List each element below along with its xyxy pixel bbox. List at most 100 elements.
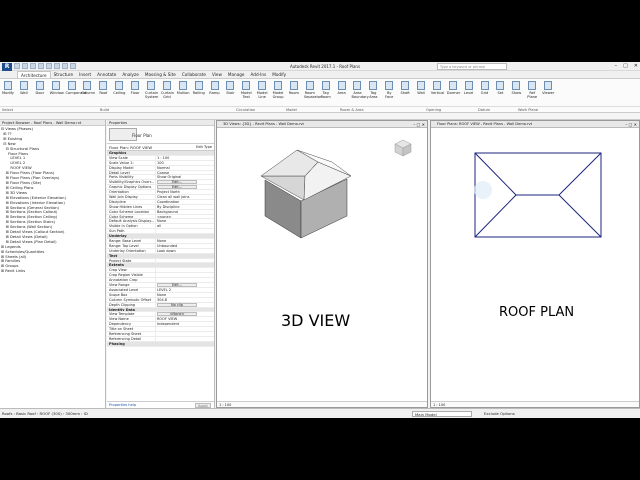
- modify-button[interactable]: Modify: [2, 81, 14, 95]
- property-value[interactable]: Independent: [157, 322, 179, 326]
- property-value[interactable]: LEVEL 2: [157, 288, 171, 292]
- property-value[interactable]: Normal: [157, 166, 170, 170]
- viewer-button[interactable]: Viewer: [542, 81, 554, 95]
- ramp-button[interactable]: Ramp: [209, 81, 221, 95]
- 3d-icon[interactable]: [62, 63, 68, 69]
- tag-room-button[interactable]: Tag Room: [320, 81, 332, 99]
- measure-icon[interactable]: [54, 63, 60, 69]
- door-button[interactable]: Door: [34, 81, 46, 95]
- tab-insert[interactable]: Insert: [76, 71, 94, 78]
- mullion-button[interactable]: Mullion: [177, 81, 190, 95]
- tab-architecture[interactable]: Architecture: [17, 71, 51, 78]
- print-icon[interactable]: [46, 63, 52, 69]
- search-input[interactable]: Type a keyword or phrase: [437, 63, 507, 70]
- grid-button[interactable]: Grid: [479, 81, 491, 95]
- property-value[interactable]: Project North: [157, 190, 180, 194]
- undo-icon[interactable]: [30, 63, 36, 69]
- property-edit-button[interactable]: No clip: [157, 302, 197, 307]
- roof-plan-window-buttons[interactable]: – □ ✕: [625, 121, 637, 128]
- view-3d-control-bar[interactable]: 1 : 100: [217, 401, 427, 407]
- tab-manage[interactable]: Manage: [225, 71, 248, 78]
- tab-modify[interactable]: Modify: [269, 71, 289, 78]
- model-line-button[interactable]: Model Line: [256, 81, 268, 99]
- room-button[interactable]: Room: [288, 81, 300, 95]
- properties-help-text[interactable]: Properties help: [109, 403, 136, 407]
- exclude-options-checkbox[interactable]: Exclude Options: [484, 409, 515, 419]
- vertical-button[interactable]: Vertical: [431, 81, 444, 95]
- property-value[interactable]: Show Original: [157, 175, 181, 179]
- tag-area-button[interactable]: Tag Area: [367, 81, 379, 99]
- floor-button[interactable]: Floor: [129, 81, 141, 95]
- close-icon[interactable]: ✕: [634, 62, 638, 71]
- tab-collaborate[interactable]: Collaborate: [179, 71, 209, 78]
- tab-structure[interactable]: Structure: [51, 71, 76, 78]
- property-value[interactable]: Unbounded: [157, 244, 177, 248]
- ceiling-button[interactable]: Ceiling: [113, 81, 125, 95]
- room-separator-button[interactable]: Room Separator: [304, 81, 322, 99]
- view-roof-plan[interactable]: Floor Plans: ROOF VIEW - Revit Plans - W…: [430, 120, 640, 408]
- property-value[interactable]: Coordination: [157, 200, 179, 204]
- property-value[interactable]: None: [157, 219, 166, 223]
- open-icon[interactable]: [14, 63, 20, 69]
- browser-item[interactable]: ⊞ Revit Links: [1, 269, 105, 274]
- redo-icon[interactable]: [38, 63, 44, 69]
- property-edit-button[interactable]: Edit...: [157, 185, 197, 190]
- property-value[interactable]: <none>: [157, 215, 172, 219]
- type-selector[interactable]: Floor Plan: [107, 126, 214, 144]
- column-button[interactable]: Column: [81, 81, 95, 95]
- roof-button[interactable]: Roof: [97, 81, 109, 95]
- minimize-icon[interactable]: –: [615, 62, 618, 71]
- property-value[interactable]: 304.8: [157, 298, 167, 302]
- properties-help-link[interactable]: Properties help Apply: [107, 401, 214, 408]
- shaft-button[interactable]: Shaft: [399, 81, 411, 95]
- curtain-system-button[interactable]: Curtain System: [145, 81, 158, 99]
- model-group-button[interactable]: Model Group: [272, 81, 284, 99]
- view-3d-window-buttons[interactable]: – □ ✕: [413, 121, 425, 128]
- area-boundary-button[interactable]: Area Boundary: [351, 81, 369, 99]
- level-button[interactable]: Level: [463, 81, 475, 95]
- revit-logo[interactable]: R: [2, 63, 12, 71]
- set-button[interactable]: Set: [494, 81, 506, 95]
- property-value[interactable]: 100: [157, 161, 164, 165]
- edit-type-button[interactable]: Edit Type: [196, 145, 212, 150]
- property-value[interactable]: By Discipline: [157, 205, 180, 209]
- view-3d[interactable]: 3D Views: {3D} - Revit Plans - Wall Demo…: [216, 120, 428, 408]
- property-value[interactable]: all: [157, 224, 161, 228]
- property-edit-button[interactable]: <None>: [157, 312, 197, 317]
- viewcube-icon[interactable]: [394, 139, 412, 157]
- by-face-button[interactable]: By Face: [383, 81, 395, 99]
- tab-massing-site[interactable]: Massing & Site: [142, 71, 179, 78]
- instance-filter[interactable]: Floor Plan: ROOF VIEW Edit Type: [107, 144, 214, 151]
- property-edit-button[interactable]: Edit...: [157, 180, 197, 185]
- roof-plan-control-bar[interactable]: 1 : 100: [431, 401, 639, 407]
- area-button[interactable]: Area: [336, 81, 348, 95]
- property-edit-button[interactable]: Edit...: [157, 283, 197, 287]
- property-value[interactable]: None: [157, 239, 166, 243]
- tab-analyze[interactable]: Analyze: [119, 71, 142, 78]
- dormer-button[interactable]: Dormer: [447, 81, 460, 95]
- property-value[interactable]: None: [157, 293, 166, 297]
- property-value[interactable]: Clean all wall joins: [157, 195, 189, 199]
- property-value[interactable]: Coarse: [157, 171, 169, 175]
- stair-button[interactable]: Stair: [224, 81, 236, 95]
- property-value[interactable]: Look down: [157, 249, 176, 253]
- tab-view[interactable]: View: [209, 71, 225, 78]
- curtain-grid-button[interactable]: Curtain Grid: [161, 81, 174, 99]
- main-model-select[interactable]: Main Model: [412, 411, 472, 417]
- ref-plane-button[interactable]: Ref Plane: [526, 81, 538, 99]
- save-icon[interactable]: [22, 63, 28, 69]
- railing-button[interactable]: Railing: [193, 81, 205, 95]
- property-value[interactable]: ROOF VIEW: [157, 317, 177, 321]
- property-value[interactable]: 1 : 100: [157, 156, 169, 160]
- tab-add-ins[interactable]: Add-Ins: [248, 71, 270, 78]
- wall-button[interactable]: Wall: [18, 81, 30, 95]
- window-button[interactable]: Window: [50, 81, 64, 95]
- wall-button[interactable]: Wall: [415, 81, 427, 95]
- property-value[interactable]: Background: [157, 210, 178, 214]
- model-text-button[interactable]: Model Text: [240, 81, 252, 99]
- component-button[interactable]: Component: [66, 81, 86, 95]
- show-button[interactable]: Show: [510, 81, 522, 95]
- maximize-icon[interactable]: □: [623, 62, 628, 71]
- tab-annotate[interactable]: Annotate: [94, 71, 119, 78]
- section-icon[interactable]: [70, 63, 76, 69]
